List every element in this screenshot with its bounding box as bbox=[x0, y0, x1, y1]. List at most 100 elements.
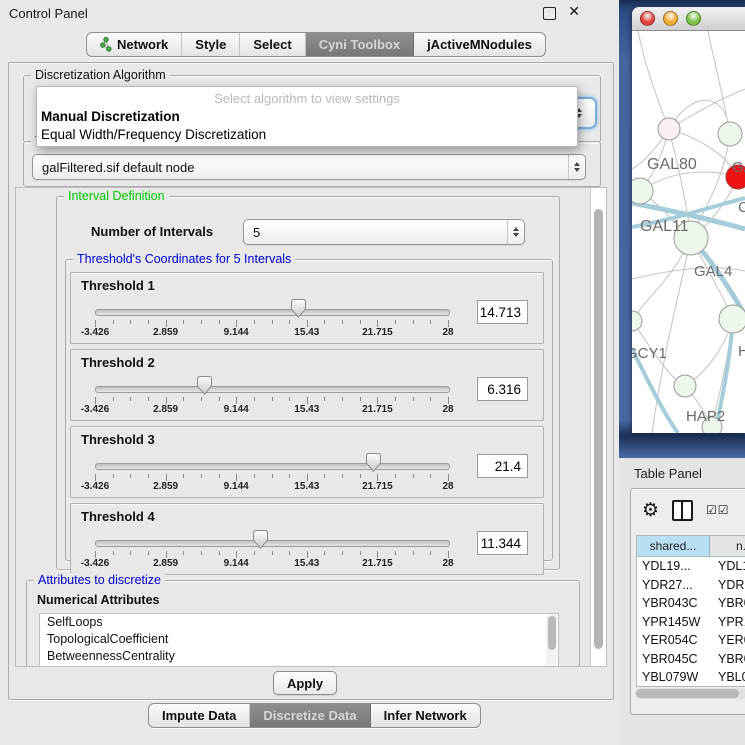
scrollbar-thumb[interactable] bbox=[594, 209, 603, 649]
network-node[interactable] bbox=[632, 311, 642, 331]
tick-mark bbox=[201, 397, 202, 401]
float-window-icon[interactable] bbox=[543, 7, 556, 20]
threshold-value-field[interactable]: 14.713 bbox=[477, 300, 528, 324]
node-table[interactable]: shared...n... YDL19...YDL19...YDR27...YD… bbox=[636, 535, 745, 687]
table-row[interactable]: YDR27...YDR27... bbox=[637, 576, 745, 595]
gear-icon[interactable]: ⚙ bbox=[642, 501, 659, 520]
tick-mark bbox=[377, 551, 378, 558]
tab-network[interactable]: Network bbox=[87, 33, 182, 56]
network-node[interactable] bbox=[718, 122, 742, 146]
tick-mark bbox=[254, 474, 255, 478]
list-scrollbar[interactable] bbox=[546, 615, 557, 665]
attribute-list-item[interactable]: BetweennessCentrality bbox=[40, 648, 558, 665]
network-node[interactable] bbox=[658, 118, 680, 140]
tick-mark bbox=[272, 397, 273, 401]
tick-label: 28 bbox=[442, 404, 453, 415]
tick-label: 28 bbox=[442, 327, 453, 338]
network-node[interactable] bbox=[674, 375, 696, 397]
tick-mark bbox=[183, 397, 184, 401]
bottom-tab-bar: Impute DataDiscretize Data Infer Network bbox=[148, 703, 481, 728]
threshold-value-field[interactable]: 21.4 bbox=[477, 454, 528, 478]
number-of-intervals-combobox[interactable]: 5 bbox=[243, 219, 525, 245]
dropdown-placeholder[interactable]: Select algorithm to view settings bbox=[37, 87, 577, 108]
horizontal-scrollbar[interactable] bbox=[635, 688, 745, 699]
tick-mark bbox=[183, 474, 184, 478]
node-label: GAL11 bbox=[640, 218, 689, 235]
tick-mark bbox=[395, 551, 396, 555]
tab-select[interactable]: Select bbox=[240, 33, 305, 56]
threshold-value-field[interactable]: 6.316 bbox=[477, 377, 528, 401]
tick-label: 2.859 bbox=[153, 404, 178, 415]
network-node[interactable] bbox=[719, 305, 745, 333]
network-node[interactable] bbox=[632, 178, 653, 204]
network-edge bbox=[640, 172, 738, 191]
tab-infer-network[interactable]: Infer Network bbox=[371, 704, 480, 727]
tick-mark bbox=[95, 474, 96, 481]
attribute-list-item[interactable]: SelfLoops bbox=[40, 614, 558, 631]
split-columns-icon[interactable] bbox=[672, 500, 693, 521]
slider-thumb[interactable] bbox=[197, 376, 212, 395]
tab-discretize-data[interactable]: Discretize Data bbox=[250, 704, 370, 727]
column-header[interactable]: n... bbox=[710, 536, 745, 556]
minimize-traffic-light-icon[interactable] bbox=[663, 11, 678, 26]
table-row[interactable]: YER054CYER054C bbox=[637, 631, 745, 650]
slider-track[interactable] bbox=[95, 386, 450, 393]
tab-label: Infer Network bbox=[384, 708, 467, 723]
table-toolbar: ⚙ ☑☑ bbox=[631, 489, 745, 531]
tick-mark bbox=[272, 474, 273, 478]
zoom-traffic-light-icon[interactable] bbox=[686, 11, 701, 26]
tick-label: 9.144 bbox=[224, 481, 249, 492]
tick-mark bbox=[95, 551, 96, 558]
tick-mark bbox=[430, 320, 431, 324]
network-canvas[interactable]: GAL80GACGAL11GAL4GCY1HHAP2 bbox=[632, 31, 745, 433]
table-row[interactable]: YBL079WYBL079W bbox=[637, 668, 745, 687]
slider-thumb[interactable] bbox=[291, 299, 306, 318]
column-header[interactable]: shared... bbox=[637, 536, 710, 556]
slider-thumb[interactable] bbox=[253, 530, 268, 549]
tick-mark bbox=[219, 551, 220, 555]
close-icon[interactable]: ✕ bbox=[568, 3, 580, 20]
dropdown-option[interactable]: Manual Discretization bbox=[37, 108, 577, 126]
tick-mark bbox=[360, 474, 361, 478]
tick-mark bbox=[219, 474, 220, 478]
tick-mark bbox=[148, 474, 149, 478]
apply-button[interactable]: Apply bbox=[273, 671, 337, 695]
threshold-value-field[interactable]: 11.344 bbox=[477, 531, 528, 555]
tick-label: -3.426 bbox=[81, 481, 109, 492]
tick-mark bbox=[95, 397, 96, 404]
tick-mark bbox=[254, 320, 255, 324]
tick-mark bbox=[201, 320, 202, 324]
select-columns-icon[interactable]: ☑☑ bbox=[706, 503, 730, 517]
vertical-scrollbar[interactable] bbox=[590, 188, 606, 666]
table-cell: YPR145W bbox=[637, 615, 710, 629]
table-row[interactable]: YPR145WYPR145W bbox=[637, 613, 745, 632]
table-row[interactable]: YLR345WYLR345W bbox=[637, 687, 745, 688]
tick-mark bbox=[360, 551, 361, 555]
table-row[interactable]: YDL19...YDL19... bbox=[637, 557, 745, 576]
tick-mark bbox=[430, 551, 431, 555]
tick-label: 21.715 bbox=[362, 481, 393, 492]
scrollbar-thumb[interactable] bbox=[636, 689, 739, 698]
attribute-list-item[interactable]: TopologicalCoefficient bbox=[40, 631, 558, 648]
tick-mark bbox=[236, 474, 237, 481]
table-cell: YDR27... bbox=[637, 578, 710, 592]
tick-mark bbox=[395, 320, 396, 324]
tab-style[interactable]: Style bbox=[182, 33, 240, 56]
threshold-label: Threshold 2 bbox=[81, 355, 155, 370]
close-traffic-light-icon[interactable] bbox=[640, 11, 655, 26]
slider-track[interactable] bbox=[95, 309, 450, 316]
dropdown-option[interactable]: Equal Width/Frequency Discretization bbox=[37, 126, 577, 144]
tick-mark bbox=[413, 474, 414, 478]
table-data-group: Table Data galFiltered.sif default node bbox=[23, 141, 601, 187]
tab-impute-data[interactable]: Impute Data bbox=[149, 704, 250, 727]
tab-cyni-toolbox[interactable]: Cyni Toolbox bbox=[306, 33, 414, 56]
table-row[interactable]: YBR045CYBR045C bbox=[637, 650, 745, 669]
slider-track[interactable] bbox=[95, 540, 450, 547]
table-row[interactable]: YBR043CYBR043C bbox=[637, 594, 745, 613]
slider-track[interactable] bbox=[95, 463, 450, 470]
slider-thumb[interactable] bbox=[366, 453, 381, 472]
tick-label: -3.426 bbox=[81, 327, 109, 338]
table-data-combobox[interactable]: galFiltered.sif default node bbox=[32, 154, 586, 180]
numerical-attributes-list[interactable]: SelfLoopsTopologicalCoefficientBetweenne… bbox=[39, 613, 559, 667]
tab-jactivemnodules[interactable]: jActiveMNodules bbox=[414, 33, 545, 56]
